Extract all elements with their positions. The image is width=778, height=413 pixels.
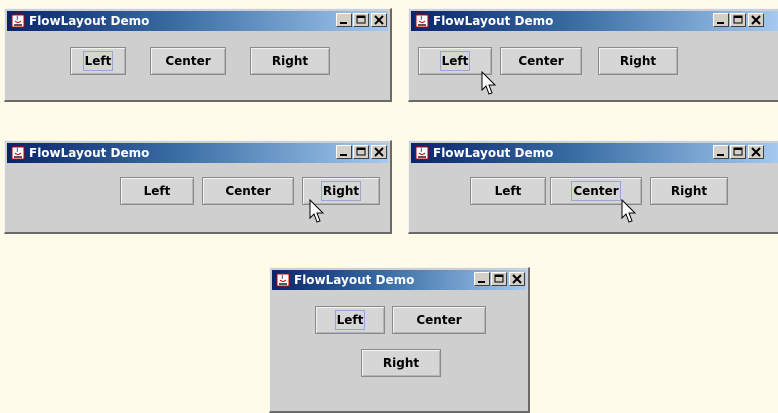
close-icon [374,15,384,25]
minimize-icon [340,22,347,24]
button-label: Right [619,54,657,68]
maximize-button[interactable] [353,13,369,27]
java-cup-icon [11,146,25,160]
minimize-icon [717,22,724,24]
right-button[interactable]: Right [361,349,441,377]
java-cup-icon [415,146,429,160]
button-label: Right [670,184,708,198]
button-label: Left [143,184,171,198]
center-button[interactable]: Center [500,47,582,75]
button-label: Center [165,54,211,68]
window-1: FlowLayout Demo Left Center Right [4,8,392,102]
maximize-button[interactable] [730,145,746,159]
left-button[interactable]: Left [120,177,194,205]
title-bar[interactable]: FlowLayout Demo [411,143,778,163]
left-button[interactable]: Left [315,306,385,334]
button-label: Right [382,356,420,370]
right-button[interactable]: Right [650,177,728,205]
close-icon [751,147,761,157]
window-title: FlowLayout Demo [433,14,554,28]
java-cup-icon [276,273,290,287]
close-button[interactable] [371,13,387,27]
mouse-pointer-icon [481,71,497,95]
title-bar[interactable]: FlowLayout Demo [7,11,388,31]
minimize-button[interactable] [336,145,352,159]
center-button[interactable]: Center [202,177,294,205]
window-title: FlowLayout Demo [433,146,554,160]
minimize-button[interactable] [713,13,729,27]
center-button[interactable]: Center [150,47,226,75]
button-label: Center [571,181,621,201]
title-bar[interactable]: FlowLayout Demo [411,11,778,31]
minimize-icon [717,154,724,156]
minimize-button[interactable] [713,145,729,159]
minimize-button[interactable] [474,272,490,286]
maximize-icon [356,147,366,156]
window-2: FlowLayout Demo Left Center Right [408,8,778,102]
button-label: Left [334,310,366,330]
center-button[interactable]: Center [392,306,486,334]
button-label: Left [494,184,522,198]
right-button[interactable]: Right [598,47,678,75]
maximize-button[interactable] [730,13,746,27]
button-label: Left [82,51,114,71]
close-icon [374,147,384,157]
window-title: FlowLayout Demo [294,273,415,287]
mouse-pointer-icon [621,199,637,223]
maximize-icon [733,147,743,156]
window-5: FlowLayout Demo Left Center Right [269,267,530,413]
window-4: FlowLayout Demo Left Center Right [408,140,778,234]
window-title: FlowLayout Demo [29,14,150,28]
button-label: Center [518,54,564,68]
maximize-icon [494,274,504,283]
java-cup-icon [415,14,429,28]
close-button[interactable] [748,145,764,159]
button-label: Right [320,181,362,201]
java-cup-icon [11,14,25,28]
minimize-button[interactable] [336,13,352,27]
window-3: FlowLayout Demo Left Center Right [4,140,392,234]
title-bar[interactable]: FlowLayout Demo [272,270,526,290]
close-button[interactable] [509,272,525,286]
left-button[interactable]: Left [70,47,126,75]
mouse-pointer-icon [309,199,325,223]
title-bar[interactable]: FlowLayout Demo [7,143,388,163]
close-icon [512,274,522,284]
button-label: Right [271,54,309,68]
minimize-icon [340,154,347,156]
button-label: Left [439,51,471,71]
close-icon [751,15,761,25]
maximize-icon [733,15,743,24]
right-button[interactable]: Right [250,47,330,75]
left-button[interactable]: Left [470,177,546,205]
button-label: Center [416,313,462,327]
window-title: FlowLayout Demo [29,146,150,160]
maximize-button[interactable] [353,145,369,159]
close-button[interactable] [748,13,764,27]
close-button[interactable] [371,145,387,159]
button-label: Center [225,184,271,198]
minimize-icon [478,281,485,283]
maximize-button[interactable] [491,272,507,286]
maximize-icon [356,15,366,24]
